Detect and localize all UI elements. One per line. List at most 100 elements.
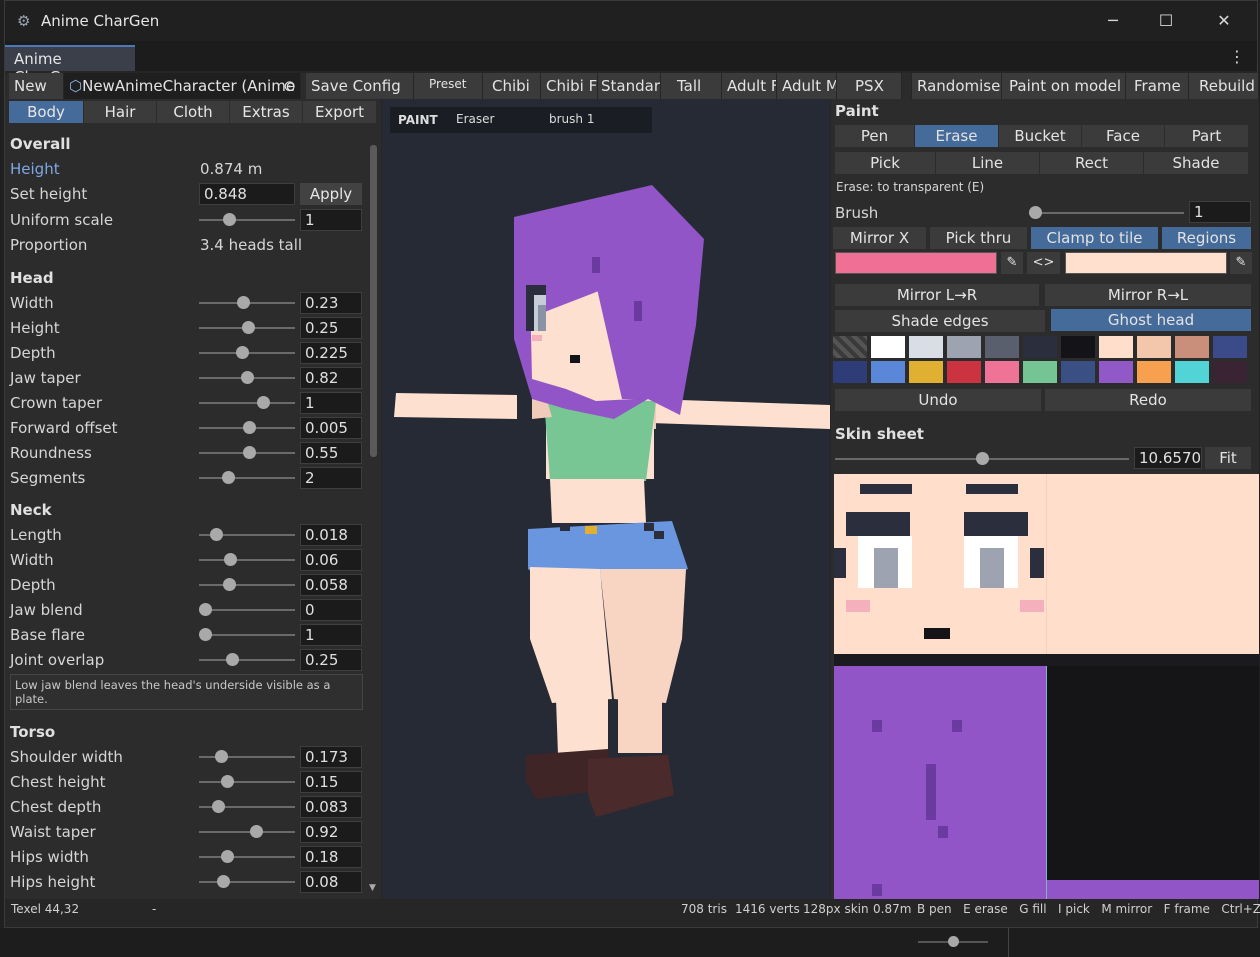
uniform-scale-slider[interactable]: [199, 213, 295, 226]
tool-bucket[interactable]: Bucket: [999, 125, 1081, 147]
slider-knob[interactable]: [240, 371, 254, 384]
neck-param-slider[interactable]: [199, 653, 295, 666]
preset-chibi-f[interactable]: Chibi F: [541, 73, 598, 99]
slider-knob[interactable]: [222, 471, 236, 484]
slider-knob[interactable]: [199, 603, 212, 616]
3d-viewport[interactable]: PAINT Eraser brush 1: [382, 99, 830, 899]
character-combo[interactable]: ⬡NewAnimeCharacter (Anime ⊙: [64, 73, 301, 99]
slider-knob[interactable]: [217, 875, 231, 888]
scroll-thumb[interactable]: [370, 145, 377, 457]
rebuild-button[interactable]: Rebuild: [1189, 73, 1259, 99]
save-config-button[interactable]: Save Config: [306, 73, 414, 99]
more-menu-icon[interactable]: ⋮: [1229, 47, 1245, 66]
minimize-icon[interactable]: ─: [1099, 9, 1127, 33]
eyedropper-primary-icon[interactable]: ✎: [1001, 252, 1023, 274]
preset-psx[interactable]: PSX: [837, 73, 902, 99]
palette-swatch[interactable]: [985, 336, 1019, 358]
torso-param-input[interactable]: 0.18: [300, 846, 362, 868]
neck-param-input[interactable]: 0.06: [300, 549, 362, 571]
preset-tall[interactable]: Tall: [661, 73, 722, 99]
slider-knob[interactable]: [242, 321, 256, 334]
palette-swatch[interactable]: [947, 336, 981, 358]
palette-swatch[interactable]: [1099, 361, 1133, 383]
torso-param-slider[interactable]: [199, 850, 295, 863]
neck-param-input[interactable]: 0.058: [300, 574, 362, 596]
neck-param-input[interactable]: 0.018: [300, 524, 362, 546]
palette-swatch[interactable]: [1137, 361, 1171, 383]
tab-hair[interactable]: Hair: [84, 101, 156, 123]
slider-knob[interactable]: [250, 825, 264, 838]
head-param-slider[interactable]: [199, 346, 295, 359]
torso-param-input[interactable]: 0.173: [300, 746, 362, 768]
torso-param-input[interactable]: 0.92: [300, 821, 362, 843]
head-param-slider[interactable]: [199, 296, 295, 309]
maximize-icon[interactable]: ☐: [1152, 9, 1180, 33]
palette-swatch[interactable]: [1213, 336, 1247, 358]
shade-edges-button[interactable]: Shade edges: [835, 310, 1045, 332]
slider-knob[interactable]: [257, 396, 271, 409]
head-param-input[interactable]: 1: [300, 392, 362, 414]
torso-param-slider[interactable]: [199, 750, 295, 763]
secondary-color-swatch[interactable]: [1065, 252, 1227, 274]
ghost-head-toggle[interactable]: Ghost head: [1051, 309, 1251, 331]
palette-swatch[interactable]: [1061, 336, 1095, 358]
mirror-x-toggle[interactable]: Mirror X: [833, 227, 926, 249]
neck-param-input[interactable]: 0.25: [300, 649, 362, 671]
palette-swatch[interactable]: [1213, 361, 1247, 383]
brush-size-input[interactable]: 1: [1189, 201, 1251, 223]
redo-button[interactable]: Redo: [1045, 389, 1251, 411]
mirror-right-to-left-button[interactable]: Mirror R→L: [1045, 284, 1251, 306]
volume-slider[interactable]: [918, 936, 988, 947]
palette-swatch[interactable]: [1175, 336, 1209, 358]
slider-knob[interactable]: [223, 578, 237, 591]
preset-adult-m[interactable]: Adult M: [777, 73, 837, 99]
head-param-input[interactable]: 0.225: [300, 342, 362, 364]
skin-texture-canvas[interactable]: [834, 474, 1259, 899]
properties-scrollbar[interactable]: ▼: [369, 143, 377, 893]
slider-knob[interactable]: [212, 800, 226, 813]
slider-knob[interactable]: [242, 446, 256, 459]
tab-export[interactable]: Export: [303, 101, 376, 123]
close-icon[interactable]: ✕: [1210, 9, 1238, 33]
head-param-input[interactable]: 0.82: [300, 367, 362, 389]
tab-cloth[interactable]: Cloth: [157, 101, 229, 123]
palette-swatch[interactable]: [1137, 336, 1171, 358]
tool-line[interactable]: Line: [936, 152, 1039, 174]
head-param-input[interactable]: 0.25: [300, 317, 362, 339]
apply-button[interactable]: Apply: [300, 183, 362, 205]
tool-face[interactable]: Face: [1082, 125, 1164, 147]
regions-toggle[interactable]: Regions: [1162, 227, 1251, 249]
slider-knob[interactable]: [223, 553, 237, 566]
palette-swatch[interactable]: [871, 336, 905, 358]
head-param-input[interactable]: 0.005: [300, 417, 362, 439]
head-param-slider[interactable]: [199, 321, 295, 334]
slider-knob[interactable]: [199, 628, 212, 641]
palette-swatch[interactable]: [909, 361, 943, 383]
slider-knob[interactable]: [220, 775, 234, 788]
slider-knob[interactable]: [209, 528, 223, 541]
neck-param-slider[interactable]: [199, 553, 295, 566]
slider-knob[interactable]: [223, 213, 236, 226]
torso-param-slider[interactable]: [199, 800, 295, 813]
transparent-swatch[interactable]: [833, 336, 867, 358]
palette-swatch[interactable]: [871, 361, 905, 383]
fit-button[interactable]: Fit: [1205, 447, 1251, 469]
tab-extras[interactable]: Extras: [230, 101, 302, 123]
preset-adult-f[interactable]: Adult F: [722, 73, 777, 99]
preset-standard[interactable]: Standard: [598, 73, 661, 99]
paint-on-model-button[interactable]: Paint on model: [1002, 73, 1126, 99]
palette-swatch[interactable]: [947, 361, 981, 383]
slider-knob[interactable]: [220, 850, 234, 863]
slider-knob[interactable]: [975, 452, 989, 465]
brush-size-slider[interactable]: [1029, 206, 1184, 219]
eyedropper-secondary-icon[interactable]: ✎: [1230, 252, 1252, 274]
slider-knob[interactable]: [242, 421, 256, 434]
torso-param-input[interactable]: 0.08: [300, 871, 362, 893]
tool-pick[interactable]: Pick: [835, 152, 935, 174]
undo-button[interactable]: Undo: [835, 389, 1041, 411]
skin-zoom-slider[interactable]: [835, 452, 1129, 465]
scroll-down-icon[interactable]: ▼: [369, 883, 376, 893]
uniform-scale-input[interactable]: 1: [300, 209, 362, 231]
set-height-input[interactable]: 0.848: [199, 183, 295, 205]
torso-param-slider[interactable]: [199, 875, 295, 888]
